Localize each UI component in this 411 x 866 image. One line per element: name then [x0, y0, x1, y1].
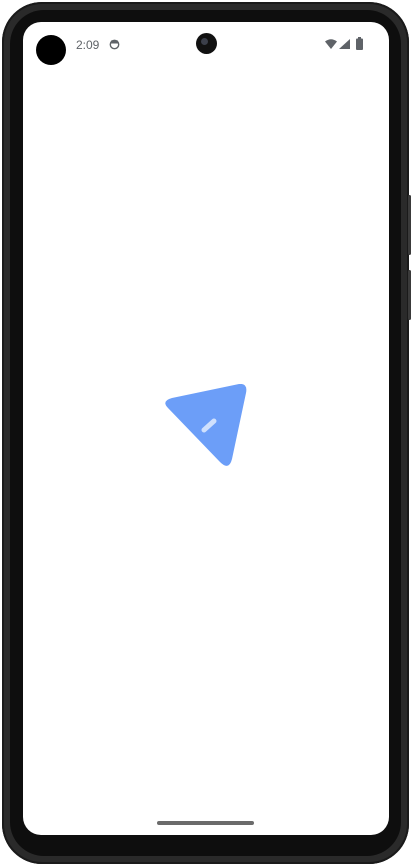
camera-lens [201, 38, 208, 45]
avatar-dot [36, 35, 66, 65]
status-bar: 2:09 [23, 22, 389, 68]
app-notification-icon [109, 39, 120, 50]
screen: 2:09 [23, 22, 389, 835]
home-indicator[interactable] [157, 821, 254, 825]
front-camera [196, 33, 217, 54]
status-time: 2:09 [76, 38, 100, 52]
paper-plane-send-icon [165, 384, 247, 466]
signal-icon [339, 39, 350, 49]
battery-icon [356, 37, 363, 50]
phone-device: 2:09 [0, 0, 411, 866]
wifi-icon [325, 39, 337, 49]
logo-shape [165, 384, 247, 466]
